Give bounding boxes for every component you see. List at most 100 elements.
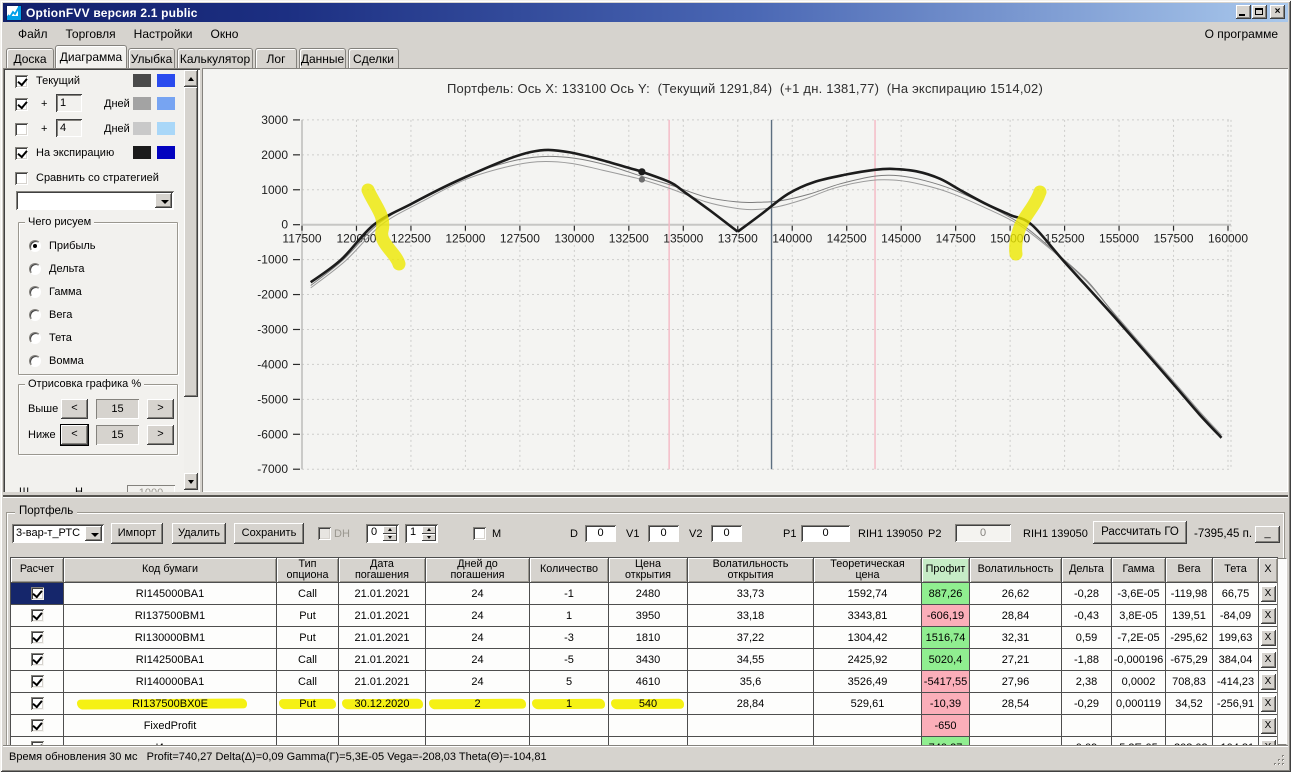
menu-item-0[interactable]: Файл <box>9 24 57 44</box>
row-check-cell-4[interactable] <box>10 670 64 693</box>
panel-scrollbar[interactable] <box>184 70 198 490</box>
resize-grip[interactable] <box>1273 754 1286 767</box>
row-check-cell-3[interactable] <box>10 648 64 671</box>
tab-Калькулятор[interactable]: Калькулятор <box>177 48 253 68</box>
m-checkbox[interactable] <box>473 527 486 540</box>
spinner-buttons-1[interactable] <box>422 526 436 541</box>
spinner-buttons-0[interactable] <box>383 526 397 541</box>
field-input-V2[interactable]: 0 <box>711 525 742 542</box>
row-checkbox-5[interactable] <box>30 697 44 710</box>
days-input-1[interactable]: 1 <box>56 94 82 112</box>
row-checkbox-2[interactable] <box>30 631 44 644</box>
row-check-cell-5[interactable] <box>10 692 64 715</box>
scrollbar-up-button[interactable] <box>184 70 198 87</box>
hedge-spinner-1[interactable]: 1 <box>405 524 438 543</box>
curve-checkbox-0[interactable] <box>15 74 28 88</box>
decrease-button-Выше[interactable]: < <box>61 399 88 419</box>
column-header-11[interactable]: Дельта <box>1061 557 1112 583</box>
column-header-3[interactable]: Дата погашения <box>338 557 426 583</box>
tab-Данные[interactable]: Данные <box>299 48 346 68</box>
tab-Диаграмма[interactable]: Диаграмма <box>55 45 127 68</box>
clipped-step-input[interactable]: 1000 <box>127 485 175 492</box>
preset-dropdown[interactable]: 3-вар-т_РТС <box>12 524 104 543</box>
days-input-2[interactable]: 4 <box>56 119 82 137</box>
row-checkbox-3[interactable] <box>30 653 44 666</box>
curve-checkbox-3[interactable] <box>15 146 28 160</box>
row-check-cell-1[interactable] <box>10 604 64 627</box>
save-button[interactable]: Сохранить <box>234 523 304 544</box>
row-check-cell-0[interactable] <box>10 582 64 605</box>
column-header-6[interactable]: Цена открытия <box>608 557 688 583</box>
compare-strategy-checkbox[interactable] <box>15 171 28 185</box>
tab-Улыбка[interactable]: Улыбка <box>128 48 175 68</box>
spin-up-0[interactable] <box>383 526 397 534</box>
calculate-margin-button[interactable]: Рассчитать ГО <box>1093 521 1187 544</box>
collapse-button[interactable]: _ <box>1255 526 1280 543</box>
hedge-spinner-0[interactable]: 0 <box>366 524 399 543</box>
row-checkbox-6[interactable] <box>30 719 44 732</box>
menu-item-2[interactable]: Настройки <box>125 24 202 44</box>
radio-Дельта[interactable] <box>29 263 41 275</box>
strategy-dropdown[interactable] <box>16 191 174 210</box>
curve-checkbox-1[interactable] <box>15 97 28 111</box>
row-check-cell-6[interactable] <box>10 714 64 737</box>
table-scrollbar[interactable] <box>1277 558 1287 745</box>
close-button[interactable]: × <box>1270 5 1285 19</box>
scrollbar-thumb[interactable] <box>184 87 198 397</box>
dh-checkbox[interactable] <box>318 527 331 540</box>
column-header-4[interactable]: Дней до погашения <box>425 557 530 583</box>
column-header-9[interactable]: Профит <box>921 557 970 583</box>
scrollbar-down-button[interactable] <box>184 473 198 490</box>
column-header-10[interactable]: Волатильность <box>969 557 1062 583</box>
column-header-14[interactable]: Тета <box>1212 557 1259 583</box>
profit-chart[interactable]: 3000 2000 1000 0 -1000 -2000 -3000 -4000 -5000 -6… <box>202 68 1288 492</box>
column-header-15[interactable]: X <box>1258 557 1278 583</box>
import-button[interactable]: Импорт <box>111 523 163 544</box>
column-header-7[interactable]: Волатильность открытия <box>687 557 814 583</box>
column-header-0[interactable]: Расчет <box>10 557 64 583</box>
tab-Лог[interactable]: Лог <box>255 48 297 68</box>
tab-Доска[interactable]: Доска <box>6 48 54 68</box>
maximize-button[interactable] <box>1252 5 1267 19</box>
row-check-cell-7[interactable] <box>10 736 64 745</box>
delete-button[interactable]: Удалить <box>172 523 226 544</box>
minimize-button[interactable] <box>1236 5 1251 19</box>
column-header-1[interactable]: Код бумаги <box>63 557 277 583</box>
remove-row-button-1[interactable]: X <box>1260 607 1276 624</box>
spin-down-1[interactable] <box>422 533 436 541</box>
increase-button-Выше[interactable]: > <box>147 399 174 419</box>
preset-dropdown-button[interactable] <box>85 526 102 541</box>
field-input-P1[interactable]: 0 <box>801 525 850 542</box>
decrease-button-Ниже[interactable]: < <box>61 425 88 445</box>
increase-button-Ниже[interactable]: > <box>147 425 174 445</box>
menu-item-3[interactable]: Окно <box>202 24 248 44</box>
column-header-8[interactable]: Теоретическая цена <box>813 557 922 583</box>
horizontal-splitter[interactable] <box>3 492 1288 505</box>
radio-Прибыль[interactable] <box>29 240 41 252</box>
radio-Гамма[interactable] <box>29 286 41 298</box>
column-header-13[interactable]: Вега <box>1165 557 1213 583</box>
spin-up-1[interactable] <box>422 526 436 534</box>
spin-down-0[interactable] <box>383 533 397 541</box>
field-input-V1[interactable]: 0 <box>648 525 679 542</box>
remove-row-button-4[interactable]: X <box>1260 673 1276 690</box>
radio-Вега[interactable] <box>29 309 41 321</box>
remove-row-button-3[interactable]: X <box>1260 651 1276 668</box>
row-check-cell-2[interactable] <box>10 626 64 649</box>
curve-checkbox-2[interactable] <box>15 122 28 136</box>
remove-row-button-5[interactable]: X <box>1260 695 1276 712</box>
field-input-D[interactable]: 0 <box>585 525 616 542</box>
row-checkbox-1[interactable] <box>30 609 44 622</box>
strategy-dropdown-button[interactable] <box>155 193 172 208</box>
row-checkbox-0[interactable] <box>30 587 44 600</box>
field-input-P2[interactable]: 0 <box>955 524 1011 542</box>
tab-Сделки[interactable]: Сделки <box>348 48 399 68</box>
menu-item-about[interactable]: О программе <box>1195 24 1288 44</box>
radio-Вомма[interactable] <box>29 355 41 367</box>
remove-row-button-2[interactable]: X <box>1260 629 1276 646</box>
row-checkbox-4[interactable] <box>30 675 44 688</box>
menu-item-1[interactable]: Торговля <box>57 24 125 44</box>
column-header-5[interactable]: Количество <box>529 557 609 583</box>
column-header-12[interactable]: Гамма <box>1111 557 1166 583</box>
radio-Тета[interactable] <box>29 332 41 344</box>
